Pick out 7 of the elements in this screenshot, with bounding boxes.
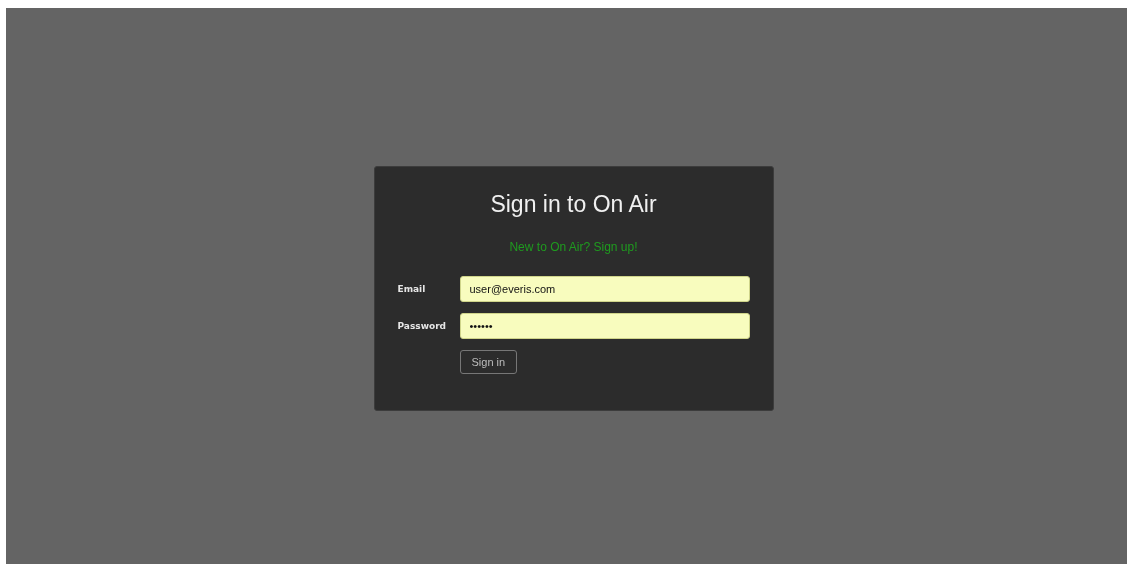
input-field[interactable]: user@everis.com	[459, 276, 750, 302]
sign-up-link[interactable]: New to On Air? Sign up!	[509, 240, 638, 254]
input-field[interactable]: ••••••	[459, 313, 750, 339]
dialog-title: Sign in to On Air	[489, 190, 658, 219]
field-label: Email	[397, 284, 427, 294]
field-label: Password	[397, 321, 448, 331]
sign-in-button[interactable]: Sign in	[459, 350, 518, 374]
